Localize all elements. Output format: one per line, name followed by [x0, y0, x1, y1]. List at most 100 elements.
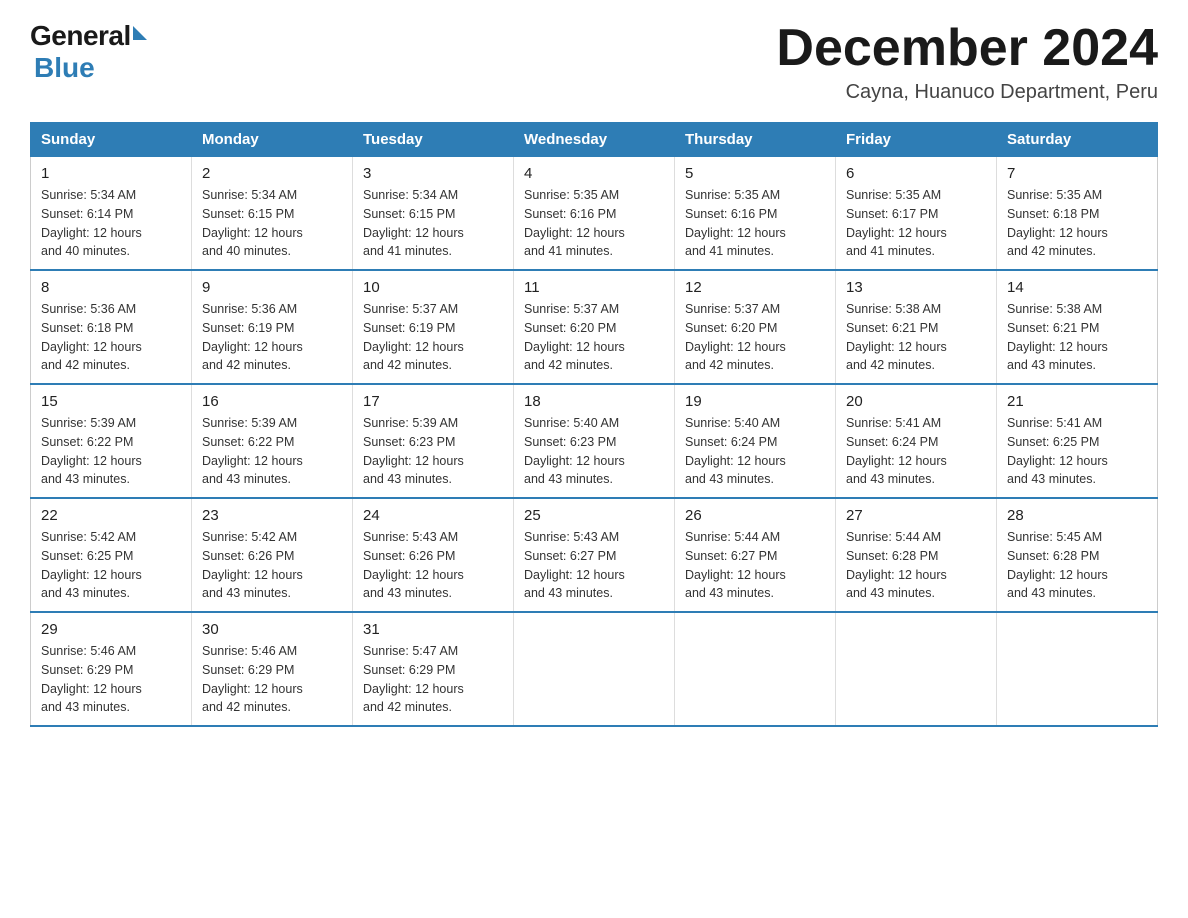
day-number: 26 [685, 507, 825, 524]
day-cell-4: 4 Sunrise: 5:35 AMSunset: 6:16 PMDayligh… [514, 157, 675, 271]
day-info: Sunrise: 5:43 AMSunset: 6:26 PMDaylight:… [363, 530, 464, 600]
day-number: 18 [524, 393, 664, 410]
day-number: 15 [41, 393, 181, 410]
logo: General Blue [30, 20, 147, 84]
title-section: December 2024 Cayna, Huanuco Department,… [776, 20, 1158, 104]
day-cell-27: 27 Sunrise: 5:44 AMSunset: 6:28 PMDaylig… [836, 498, 997, 612]
day-number: 31 [363, 621, 503, 638]
day-number: 8 [41, 279, 181, 296]
day-cell-14: 14 Sunrise: 5:38 AMSunset: 6:21 PMDaylig… [997, 270, 1158, 384]
weekday-header-tuesday: Tuesday [353, 123, 514, 157]
day-cell-1: 1 Sunrise: 5:34 AMSunset: 6:14 PMDayligh… [31, 157, 192, 271]
day-cell-8: 8 Sunrise: 5:36 AMSunset: 6:18 PMDayligh… [31, 270, 192, 384]
day-number: 7 [1007, 165, 1147, 182]
day-number: 3 [363, 165, 503, 182]
day-number: 28 [1007, 507, 1147, 524]
day-info: Sunrise: 5:35 AMSunset: 6:16 PMDaylight:… [685, 188, 786, 258]
day-cell-10: 10 Sunrise: 5:37 AMSunset: 6:19 PMDaylig… [353, 270, 514, 384]
day-cell-3: 3 Sunrise: 5:34 AMSunset: 6:15 PMDayligh… [353, 157, 514, 271]
day-cell-30: 30 Sunrise: 5:46 AMSunset: 6:29 PMDaylig… [192, 612, 353, 726]
day-number: 4 [524, 165, 664, 182]
empty-cell [836, 612, 997, 726]
day-info: Sunrise: 5:35 AMSunset: 6:16 PMDaylight:… [524, 188, 625, 258]
day-number: 5 [685, 165, 825, 182]
day-cell-11: 11 Sunrise: 5:37 AMSunset: 6:20 PMDaylig… [514, 270, 675, 384]
day-cell-24: 24 Sunrise: 5:43 AMSunset: 6:26 PMDaylig… [353, 498, 514, 612]
logo-arrow-icon [133, 26, 147, 40]
day-cell-16: 16 Sunrise: 5:39 AMSunset: 6:22 PMDaylig… [192, 384, 353, 498]
day-cell-21: 21 Sunrise: 5:41 AMSunset: 6:25 PMDaylig… [997, 384, 1158, 498]
day-info: Sunrise: 5:37 AMSunset: 6:20 PMDaylight:… [685, 302, 786, 372]
week-row-5: 29 Sunrise: 5:46 AMSunset: 6:29 PMDaylig… [31, 612, 1158, 726]
day-cell-25: 25 Sunrise: 5:43 AMSunset: 6:27 PMDaylig… [514, 498, 675, 612]
day-info: Sunrise: 5:39 AMSunset: 6:23 PMDaylight:… [363, 416, 464, 486]
page-header: General Blue December 2024 Cayna, Huanuc… [30, 20, 1158, 104]
day-number: 10 [363, 279, 503, 296]
weekday-header-thursday: Thursday [675, 123, 836, 157]
day-info: Sunrise: 5:46 AMSunset: 6:29 PMDaylight:… [202, 644, 303, 714]
day-cell-22: 22 Sunrise: 5:42 AMSunset: 6:25 PMDaylig… [31, 498, 192, 612]
day-info: Sunrise: 5:34 AMSunset: 6:15 PMDaylight:… [363, 188, 464, 258]
day-number: 25 [524, 507, 664, 524]
day-cell-13: 13 Sunrise: 5:38 AMSunset: 6:21 PMDaylig… [836, 270, 997, 384]
day-cell-2: 2 Sunrise: 5:34 AMSunset: 6:15 PMDayligh… [192, 157, 353, 271]
day-info: Sunrise: 5:36 AMSunset: 6:18 PMDaylight:… [41, 302, 142, 372]
day-info: Sunrise: 5:42 AMSunset: 6:26 PMDaylight:… [202, 530, 303, 600]
day-number: 30 [202, 621, 342, 638]
logo-blue-text: Blue [34, 52, 95, 84]
day-cell-5: 5 Sunrise: 5:35 AMSunset: 6:16 PMDayligh… [675, 157, 836, 271]
day-info: Sunrise: 5:38 AMSunset: 6:21 PMDaylight:… [1007, 302, 1108, 372]
day-number: 20 [846, 393, 986, 410]
day-info: Sunrise: 5:37 AMSunset: 6:20 PMDaylight:… [524, 302, 625, 372]
day-number: 22 [41, 507, 181, 524]
day-info: Sunrise: 5:47 AMSunset: 6:29 PMDaylight:… [363, 644, 464, 714]
week-row-2: 8 Sunrise: 5:36 AMSunset: 6:18 PMDayligh… [31, 270, 1158, 384]
day-info: Sunrise: 5:43 AMSunset: 6:27 PMDaylight:… [524, 530, 625, 600]
day-info: Sunrise: 5:40 AMSunset: 6:24 PMDaylight:… [685, 416, 786, 486]
day-cell-17: 17 Sunrise: 5:39 AMSunset: 6:23 PMDaylig… [353, 384, 514, 498]
day-cell-28: 28 Sunrise: 5:45 AMSunset: 6:28 PMDaylig… [997, 498, 1158, 612]
day-info: Sunrise: 5:41 AMSunset: 6:25 PMDaylight:… [1007, 416, 1108, 486]
calendar-table: SundayMondayTuesdayWednesdayThursdayFrid… [30, 122, 1158, 727]
weekday-header-row: SundayMondayTuesdayWednesdayThursdayFrid… [31, 123, 1158, 157]
day-number: 9 [202, 279, 342, 296]
day-info: Sunrise: 5:35 AMSunset: 6:18 PMDaylight:… [1007, 188, 1108, 258]
week-row-4: 22 Sunrise: 5:42 AMSunset: 6:25 PMDaylig… [31, 498, 1158, 612]
empty-cell [514, 612, 675, 726]
day-number: 23 [202, 507, 342, 524]
day-info: Sunrise: 5:44 AMSunset: 6:27 PMDaylight:… [685, 530, 786, 600]
day-info: Sunrise: 5:41 AMSunset: 6:24 PMDaylight:… [846, 416, 947, 486]
weekday-header-monday: Monday [192, 123, 353, 157]
location: Cayna, Huanuco Department, Peru [776, 81, 1158, 104]
day-cell-20: 20 Sunrise: 5:41 AMSunset: 6:24 PMDaylig… [836, 384, 997, 498]
day-cell-31: 31 Sunrise: 5:47 AMSunset: 6:29 PMDaylig… [353, 612, 514, 726]
day-info: Sunrise: 5:40 AMSunset: 6:23 PMDaylight:… [524, 416, 625, 486]
day-number: 19 [685, 393, 825, 410]
day-number: 1 [41, 165, 181, 182]
day-cell-26: 26 Sunrise: 5:44 AMSunset: 6:27 PMDaylig… [675, 498, 836, 612]
day-info: Sunrise: 5:35 AMSunset: 6:17 PMDaylight:… [846, 188, 947, 258]
day-number: 14 [1007, 279, 1147, 296]
day-cell-29: 29 Sunrise: 5:46 AMSunset: 6:29 PMDaylig… [31, 612, 192, 726]
day-info: Sunrise: 5:42 AMSunset: 6:25 PMDaylight:… [41, 530, 142, 600]
day-cell-12: 12 Sunrise: 5:37 AMSunset: 6:20 PMDaylig… [675, 270, 836, 384]
day-number: 11 [524, 279, 664, 296]
day-number: 12 [685, 279, 825, 296]
day-cell-7: 7 Sunrise: 5:35 AMSunset: 6:18 PMDayligh… [997, 157, 1158, 271]
day-info: Sunrise: 5:44 AMSunset: 6:28 PMDaylight:… [846, 530, 947, 600]
day-info: Sunrise: 5:34 AMSunset: 6:15 PMDaylight:… [202, 188, 303, 258]
day-cell-23: 23 Sunrise: 5:42 AMSunset: 6:26 PMDaylig… [192, 498, 353, 612]
day-info: Sunrise: 5:46 AMSunset: 6:29 PMDaylight:… [41, 644, 142, 714]
day-number: 17 [363, 393, 503, 410]
day-cell-18: 18 Sunrise: 5:40 AMSunset: 6:23 PMDaylig… [514, 384, 675, 498]
weekday-header-saturday: Saturday [997, 123, 1158, 157]
weekday-header-sunday: Sunday [31, 123, 192, 157]
weekday-header-wednesday: Wednesday [514, 123, 675, 157]
day-cell-6: 6 Sunrise: 5:35 AMSunset: 6:17 PMDayligh… [836, 157, 997, 271]
day-cell-9: 9 Sunrise: 5:36 AMSunset: 6:19 PMDayligh… [192, 270, 353, 384]
month-title: December 2024 [776, 20, 1158, 77]
day-info: Sunrise: 5:34 AMSunset: 6:14 PMDaylight:… [41, 188, 142, 258]
weekday-header-friday: Friday [836, 123, 997, 157]
day-number: 21 [1007, 393, 1147, 410]
day-number: 2 [202, 165, 342, 182]
